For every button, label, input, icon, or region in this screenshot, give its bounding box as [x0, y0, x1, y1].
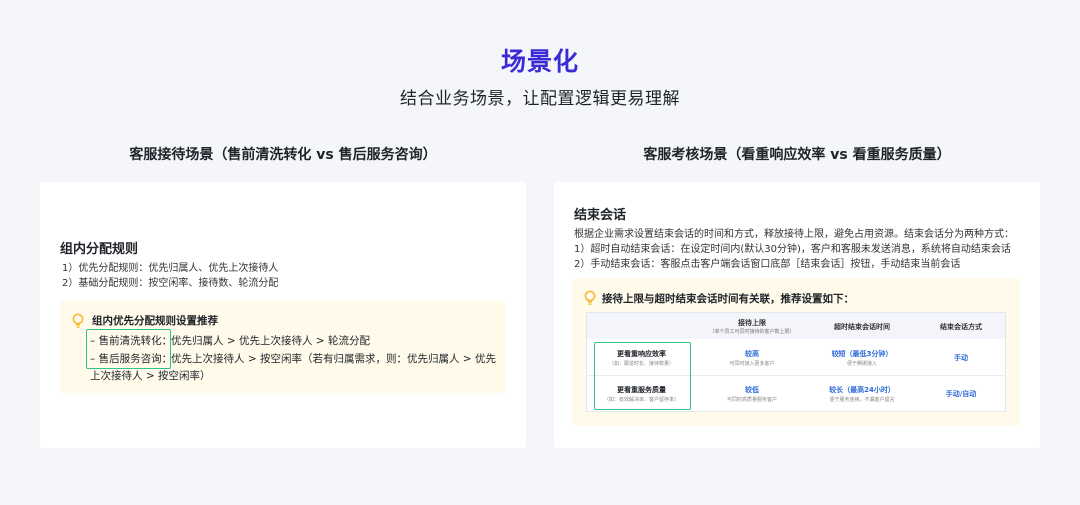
- recommendation-box: 接待上限与超时结束会话时间有关联，推荐设置如下： 接待上限 （单个员工可同时接待…: [572, 278, 1020, 426]
- tip-label: – 售后服务咨询：: [90, 353, 173, 365]
- right-card-title: 客服考核场景（看重响应效率 vs 看重服务质量）: [643, 147, 951, 163]
- rule-line: 2）基础分配规则：按空闲率、接待数、轮流分配: [62, 278, 279, 289]
- timeout-value: 较短（最低3分钟）: [831, 350, 893, 358]
- column-header-sub: （单个员工可同时接待的客户数上限）: [709, 329, 795, 335]
- row-label-sub: （如：有效解决率、客户留存率）: [603, 397, 679, 403]
- limit-value: 较高: [745, 350, 759, 358]
- timeout-note: 便于服务连续，不漏客户留言: [829, 397, 895, 403]
- page-subtitle: 结合业务场景，让配置逻辑更易理解: [400, 89, 680, 109]
- limit-note: 可同时接入更多客户: [729, 361, 775, 367]
- tip-title: 接待上限与超时结束会话时间有关联，推荐设置如下：: [602, 293, 854, 305]
- section-title: 结束会话: [574, 208, 627, 223]
- lightbulb-icon: [584, 290, 596, 305]
- tip-title: 组内优先分配规则设置推荐: [92, 315, 218, 327]
- section-title: 组内分配规则: [60, 242, 139, 257]
- page-title: 场景化: [500, 47, 579, 76]
- right-card: 结束会话 根据企业需求设置结束会话的时间和方式，释放接待上限，避免占用资源。结束…: [554, 182, 1040, 448]
- desc-line: 根据企业需求设置结束会话的时间和方式，释放接待上限，避免占用资源。结束会话分为两…: [574, 229, 1014, 240]
- limit-note: 可同时高质量服务客户: [726, 397, 777, 403]
- limit-value: 较低: [745, 386, 759, 394]
- column-header: 结束会话方式: [940, 323, 982, 331]
- rule-line: 1）优先分配规则：优先归属人、优先上次接待人: [62, 263, 279, 274]
- lightbulb-icon: [72, 313, 84, 328]
- left-card: 组内分配规则 1）优先分配规则：优先归属人、优先上次接待人 2）基础分配规则：按…: [40, 182, 526, 448]
- timeout-value: 较长（最高24小时）: [829, 386, 895, 394]
- timeout-note: 便于腾挪接入: [846, 361, 877, 367]
- tip-label: – 售前清洗转化：: [90, 335, 173, 347]
- recommendation-box: 组内优先分配规则设置推荐 – 售前清洗转化： 优先归属人 > 优先上次接待人 >…: [60, 301, 506, 393]
- desc-line: 1）超时自动结束会话：在设定时间内(默认30分钟)，客户和客服未发送消息，系统将…: [574, 244, 1011, 255]
- row-label: 更看重服务质量: [617, 386, 666, 394]
- method-value: 手动: [954, 354, 968, 362]
- desc-line: 2）手动结束会话：客服点击客户端会话窗口底部［结束会话］按钮，手动结束当前会话: [574, 259, 961, 270]
- tip-text: 优先归属人 > 优先上次接待人 > 轮流分配: [171, 335, 370, 347]
- tip-text: 优先上次接待人 > 按空闲率（若有归属需求，则：优先归属人 > 优先: [171, 353, 496, 365]
- column-header: 接待上限: [738, 319, 766, 327]
- method-value: 手动/自动: [945, 390, 977, 398]
- recommendation-table: 接待上限 （单个员工可同时接待的客户数上限） 超时结束会话时间 结束会话方式 更…: [586, 312, 1006, 412]
- row-label-sub: （如：跟进时长、接待数量）: [608, 361, 674, 367]
- column-header: 超时结束会话时间: [834, 323, 890, 331]
- left-card-title: 客服接待场景（售前清洗转化 vs 售后服务咨询）: [129, 147, 437, 163]
- row-label: 更看重响应效率: [617, 350, 666, 358]
- tip-text: 上次接待人 > 按空闲率）: [90, 370, 211, 382]
